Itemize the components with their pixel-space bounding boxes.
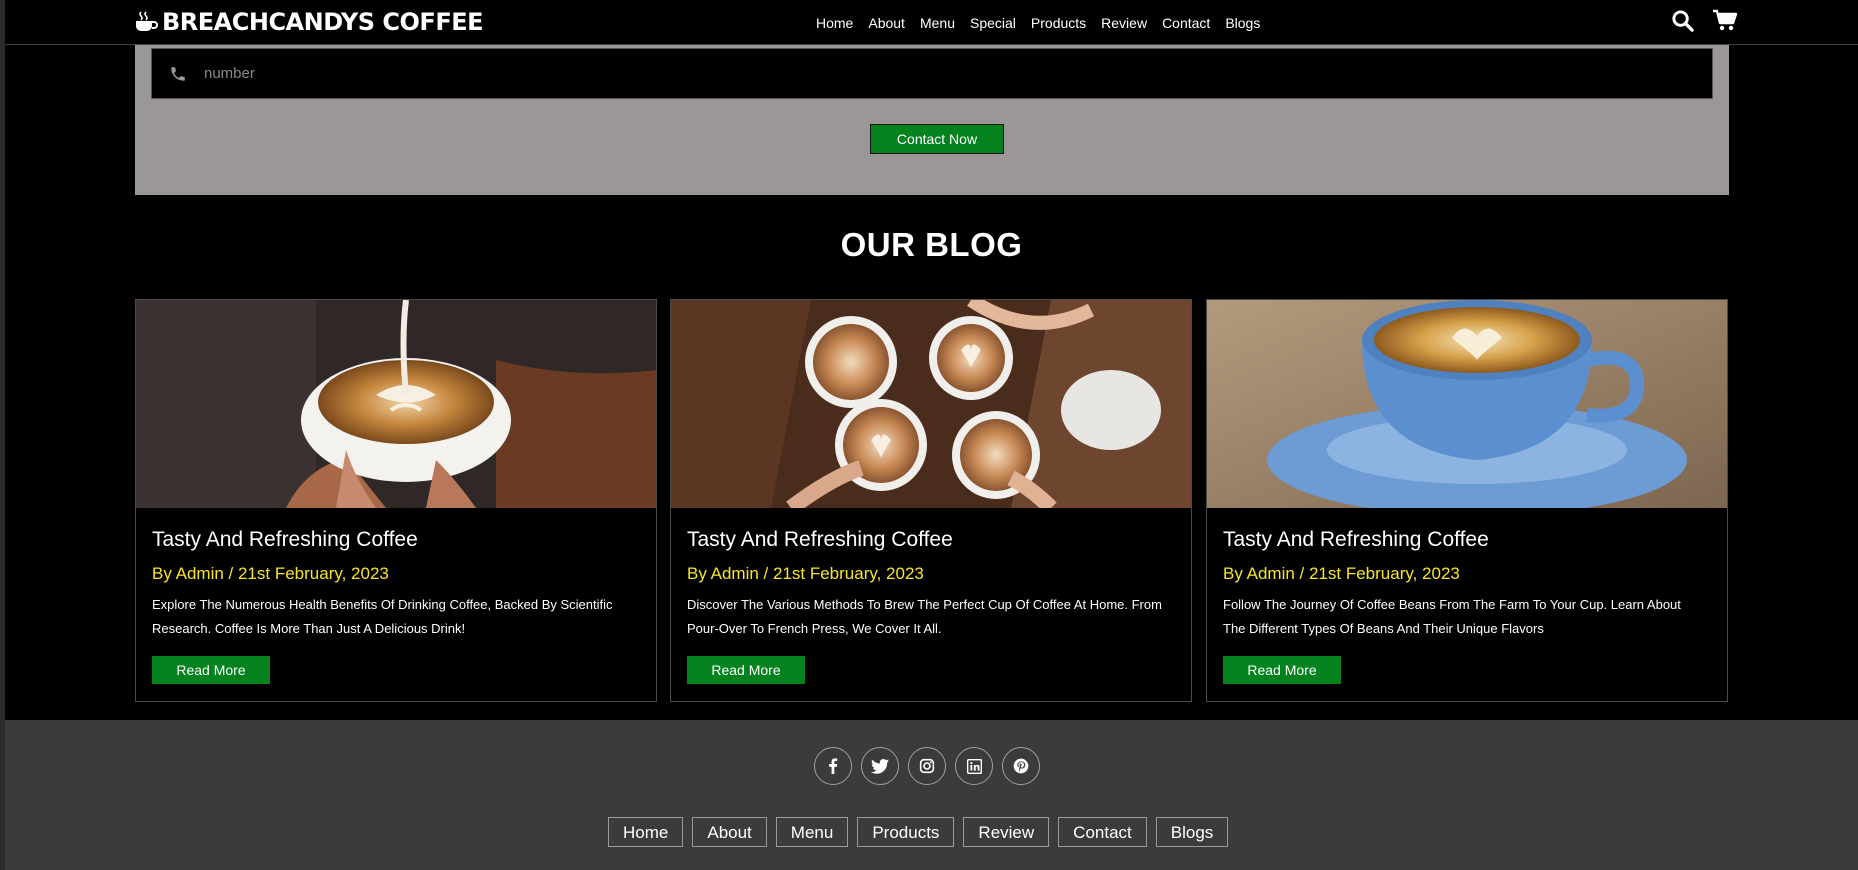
- phone-input[interactable]: [202, 64, 1606, 83]
- facebook-icon[interactable]: [814, 747, 852, 785]
- search-icon[interactable]: [1671, 9, 1694, 32]
- blog-card: Tasty And Refreshing Coffee By Admin / 2…: [670, 299, 1192, 702]
- footer-nav: Home About Menu Products Review Contact …: [608, 817, 1229, 847]
- read-more-button[interactable]: Read More: [152, 656, 270, 684]
- nav-menu[interactable]: Menu: [920, 15, 955, 31]
- footer-nav-review[interactable]: Review: [963, 817, 1050, 847]
- nav-review[interactable]: Review: [1101, 15, 1147, 31]
- blog-card-title: Tasty And Refreshing Coffee: [687, 528, 953, 551]
- nav-blogs[interactable]: Blogs: [1225, 15, 1260, 31]
- blog-card-description: Follow The Journey Of Coffee Beans From …: [1223, 597, 1681, 636]
- cart-icon[interactable]: [1712, 9, 1738, 32]
- footer-nav-menu[interactable]: Menu: [775, 817, 849, 847]
- site-footer: Home About Menu Products Review Contact …: [5, 720, 1858, 870]
- nav-products[interactable]: Products: [1031, 15, 1086, 31]
- instagram-icon[interactable]: [908, 747, 946, 785]
- blog-image-four-lattes: [671, 300, 1191, 508]
- blog-card-description: Explore The Numerous Health Benefits Of …: [152, 597, 613, 636]
- phone-icon: [169, 65, 191, 83]
- nav-special[interactable]: Special: [970, 15, 1016, 31]
- footer-nav-blogs[interactable]: Blogs: [1155, 817, 1229, 847]
- footer-nav-contact[interactable]: Contact: [1058, 817, 1147, 847]
- coffee-cup-icon: [136, 11, 158, 31]
- nav-home[interactable]: Home: [816, 15, 853, 31]
- read-more-button[interactable]: Read More: [1223, 656, 1341, 684]
- footer-nav-products[interactable]: Products: [857, 817, 955, 847]
- footer-nav-about[interactable]: About: [692, 817, 767, 847]
- pinterest-icon[interactable]: [1002, 747, 1040, 785]
- nav-about[interactable]: About: [868, 15, 905, 31]
- blog-card-meta: By Admin / 21st February, 2023: [687, 564, 924, 583]
- read-more-button[interactable]: Read More: [687, 656, 805, 684]
- blog-image-latte-pour: [136, 300, 656, 508]
- blog-card-meta: By Admin / 21st February, 2023: [1223, 564, 1460, 583]
- blog-image-blue-cup: [1207, 300, 1727, 508]
- footer-nav-home[interactable]: Home: [608, 817, 684, 847]
- logo[interactable]: BREACHCANDYS COFFEE: [135, 8, 484, 36]
- blog-card-description: Discover The Various Methods To Brew The…: [687, 597, 1162, 636]
- page: BREACHCANDYS COFFEE Home About Menu Spec…: [5, 0, 1858, 870]
- header-icons: [1671, 9, 1738, 32]
- phone-field: [151, 48, 1713, 99]
- blog-card: Tasty And Refreshing Coffee By Admin / 2…: [135, 299, 657, 702]
- nav-contact[interactable]: Contact: [1162, 15, 1210, 31]
- logo-text: BREACHCANDYS COFFEE: [162, 8, 484, 36]
- contact-section: Contact Now: [135, 45, 1729, 195]
- blog-card-title: Tasty And Refreshing Coffee: [152, 528, 418, 551]
- blog-card-title: Tasty And Refreshing Coffee: [1223, 528, 1489, 551]
- contact-now-button[interactable]: Contact Now: [870, 124, 1004, 154]
- social-links: [814, 747, 1040, 785]
- site-header: BREACHCANDYS COFFEE Home About Menu Spec…: [5, 0, 1858, 45]
- blog-card-meta: By Admin / 21st February, 2023: [152, 564, 389, 583]
- blog-card: Tasty And Refreshing Coffee By Admin / 2…: [1206, 299, 1728, 702]
- twitter-icon[interactable]: [861, 747, 899, 785]
- main-nav: Home About Menu Special Products Review …: [816, 0, 1275, 45]
- blog-title: OUR BLOG: [840, 226, 1023, 263]
- linkedin-icon[interactable]: [955, 747, 993, 785]
